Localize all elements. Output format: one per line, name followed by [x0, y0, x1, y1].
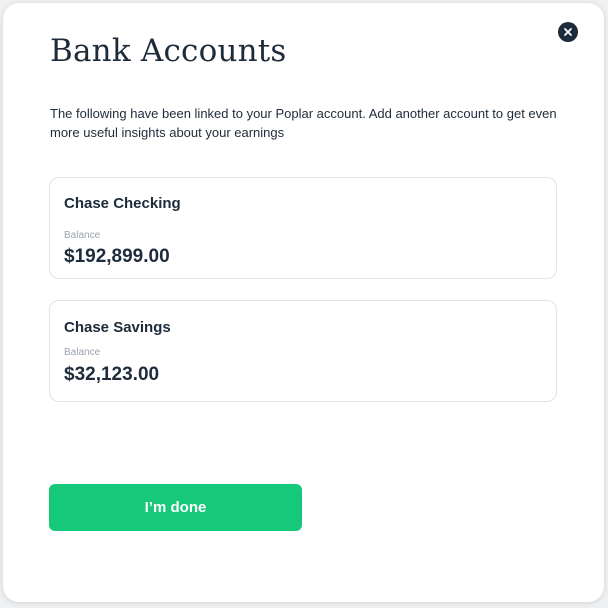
balance-amount: $32,123.00 [64, 364, 160, 385]
page-title: Bank Accounts [50, 33, 287, 69]
account-card: Chase Checking Balance $192,899.00 [49, 177, 557, 279]
account-card: Chase Savings Balance $32,123.00 [49, 300, 557, 402]
balance-amount: $192,899.00 [64, 246, 170, 267]
account-name: Chase Checking [64, 195, 181, 212]
balance-label: Balance [64, 230, 101, 241]
balance-label: Balance [64, 347, 101, 358]
bank-accounts-dialog: Bank Accounts The following have been li… [3, 3, 604, 602]
close-icon[interactable] [558, 22, 578, 42]
done-button[interactable]: I’m done [49, 484, 302, 531]
close-x-glyph [564, 28, 572, 36]
dialog-description: The following have been linked to your P… [50, 106, 557, 140]
account-name: Chase Savings [64, 319, 171, 336]
